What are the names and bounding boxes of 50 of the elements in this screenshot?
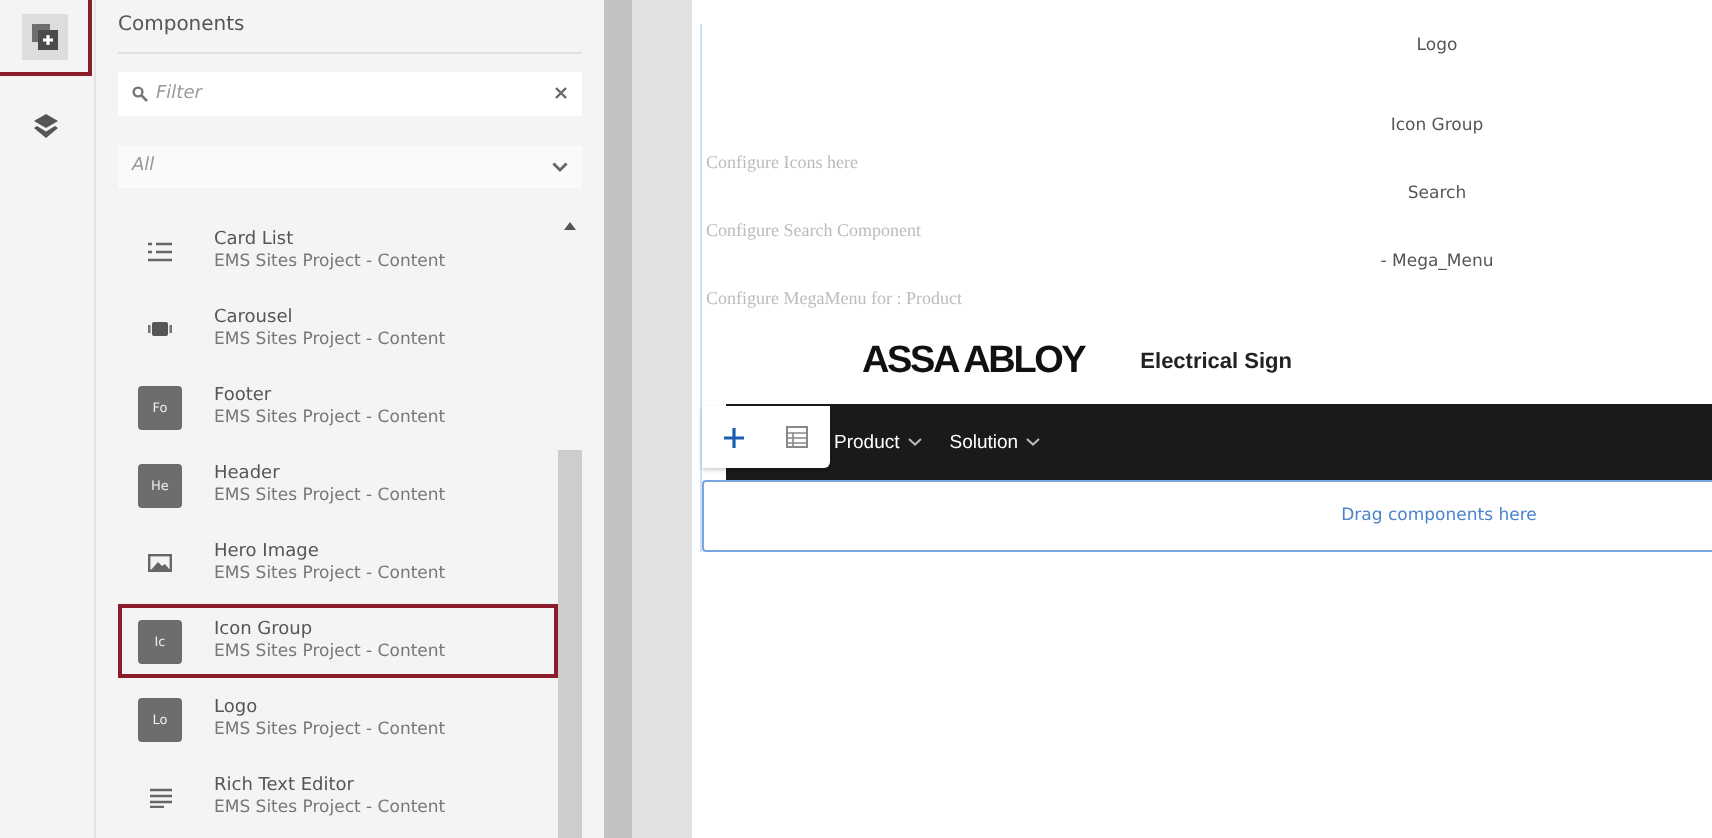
component-group: EMS Sites Project - Content [214,563,446,585]
component-item[interactable]: Carousel EMS Sites Project - Content [118,292,558,366]
component-group: EMS Sites Project - Content [214,719,446,741]
component-label: Icon Group [1388,116,1486,140]
placeholder-text: Configure Icons here [704,152,860,172]
drop-zone[interactable]: Drag components here [702,480,1712,552]
component-item[interactable]: Card List EMS Sites Project - Content [118,214,558,288]
filter-field[interactable]: Filter [118,72,582,115]
component-group: EMS Sites Project - Content [214,485,446,507]
filter-field[interactable]: Filter [156,83,546,104]
component-name: Header [214,463,282,485]
site-name: Electrical Sign [1140,350,1292,374]
component-name: Card List [214,229,296,251]
placeholder-text: Configure Search Component [704,220,923,240]
component-group: EMS Sites Project - Content [214,407,446,429]
component-label: - Mega_Menu [1378,252,1496,276]
add-icon[interactable] [723,427,744,447]
component-name: Icon Group [214,619,315,641]
component-group: EMS Sites Project - Content [214,251,446,273]
chevron-down-icon [907,438,922,446]
component-group: EMS Sites Project - Content [214,329,446,351]
component-label: Search [1405,184,1469,208]
text-lines-icon [149,787,171,807]
brand-logo: ASSA ABLOY [862,340,1085,384]
panel-title: Components [118,0,582,54]
component-item[interactable]: Rich Text Editor EMS Sites Project - Content [118,760,558,834]
carousel-icon [148,319,172,339]
component-group: EMS Sites Project - Content [214,641,446,663]
image-icon [148,554,172,572]
component-item[interactable]: Hero Image EMS Sites Project - Content [118,526,558,600]
components-icon [21,13,67,59]
search-icon [132,85,148,102]
component-name: Carousel [214,307,295,329]
component-name: Hero Image [214,541,321,563]
table-icon[interactable] [786,426,809,448]
nav-menu-item[interactable]: Product [834,431,922,453]
chevron-down-icon [1026,438,1041,446]
layers-icon [34,114,58,138]
component-name: Rich Text Editor [214,775,356,797]
list-icon [148,241,172,261]
component-group: EMS Sites Project - Content [214,797,446,819]
chevron-down-icon [552,161,568,172]
nav-menu-item[interactable]: Solution [949,431,1041,453]
component-name: Footer [214,385,274,407]
scroll-up-icon[interactable] [564,222,576,230]
component-label: Logo [1414,36,1460,60]
clear-icon[interactable] [554,86,568,101]
component-name: Logo [214,697,260,719]
placeholder-text: Configure MegaMenu for : Product [704,288,964,308]
components-tab[interactable] [0,0,92,76]
